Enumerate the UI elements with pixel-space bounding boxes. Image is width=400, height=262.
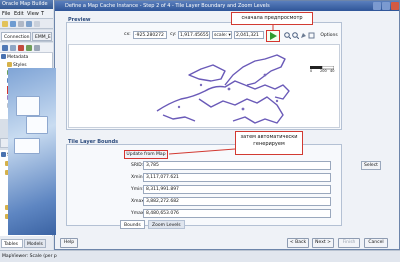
new-icon[interactable] [2,45,8,51]
scale-bar: 0 200 40 [310,65,335,74]
cy-field[interactable]: 1,917.45655 [178,31,210,39]
status-text: MapViewer: Scale (per p [2,254,57,259]
scale-field[interactable]: 2,041,321 [234,31,264,39]
edit-icon[interactable] [10,45,16,51]
status-bar: MapViewer: Scale (per p [0,250,400,262]
app-title-bar: Oracle Map Builde [0,0,53,9]
tree-toolbar [0,43,53,53]
map-drawing [156,54,290,124]
cy-label: cy: [170,32,177,37]
map-preview-canvas[interactable] [68,44,340,128]
menu-file[interactable]: File [2,11,10,17]
select-srid-button[interactable]: Select [361,161,381,170]
filter-icon[interactable] [34,45,40,51]
update-from-map-button[interactable]: Update from Map [124,150,168,159]
play-icon [270,32,277,40]
menu-view[interactable]: View [27,11,39,17]
annotation-callout-update: затем автоматически генерируем [235,131,303,155]
zoom-out-icon[interactable] [292,32,300,40]
save-icon[interactable] [10,21,16,27]
xmax-field[interactable]: 3,882,272.682 [143,197,331,206]
tab-tables[interactable]: Tables [1,239,23,248]
ymax-field[interactable]: 8,480,653.076 [143,209,331,218]
minimize-icon[interactable] [373,2,381,10]
folder-icon [1,54,6,59]
options-button[interactable]: Options [318,31,340,40]
tab-emm[interactable]: EMM_E [32,32,52,41]
copy-icon[interactable] [26,21,32,27]
zoom-rect-icon[interactable] [308,32,315,39]
menu-bar: File Edit View T [0,9,53,19]
wizard-illustration [8,68,56,235]
srid-label: SRID: [131,163,144,168]
pan-icon[interactable] [300,32,307,39]
zoom-in-icon[interactable] [284,32,292,40]
bounds-tabs: Bounds Zoom Levels [120,220,200,229]
cx-label: cx: [124,32,131,37]
app-toolbar [0,19,53,29]
next-button[interactable]: Next > [312,238,334,248]
close-icon[interactable] [391,2,399,10]
dialog-title-bar: Define a Map Cache Instance - Step 2 of … [55,1,399,11]
callout-arrow [272,24,274,31]
ymin-label: Ymin: [131,187,144,192]
dialog-title: Define a Map Cache Instance - Step 2 of … [65,3,270,9]
menu-tools[interactable]: T [41,11,44,17]
cancel-button[interactable]: Cancel [364,238,388,248]
callout-arrow [168,148,236,155]
scale-tick-200: 200 [320,69,327,73]
app-title: Oracle Map Builde [2,1,48,7]
styles-icon [7,62,12,67]
xmin-field[interactable]: 3,117,077.621 [143,173,331,182]
tab-models[interactable]: Models [24,239,46,248]
tab-connection[interactable]: Connection [1,32,31,41]
scale-tick-400: 40 [330,69,335,73]
tab-zoom-levels[interactable]: Zoom Levels [148,220,185,229]
cx-field[interactable]: -925.280272 [133,31,167,39]
paste-icon[interactable] [34,21,40,27]
delete-icon[interactable] [18,45,24,51]
finish-button[interactable]: Finish [338,238,360,248]
refresh-icon[interactable] [26,45,32,51]
maximize-icon[interactable] [382,2,390,10]
cut-icon[interactable] [18,21,24,27]
srid-field[interactable]: 3,785 [143,161,331,170]
back-button[interactable]: < Back [287,238,309,248]
connection-tabs: Connection EMM_E [0,30,53,42]
menu-edit[interactable]: Edit [14,11,24,17]
tree-node-metadata[interactable]: Metadata [1,54,28,62]
open-icon[interactable] [2,21,8,27]
scale-tick-0: 0 [310,69,313,73]
scale-dropdown[interactable]: scale: ▾ [212,31,232,39]
folder-icon [1,152,6,157]
help-button[interactable]: Help [60,238,78,248]
ymin-field[interactable]: 8,311,991.897 [143,185,331,194]
bottom-tabs: Tables Models [0,236,53,250]
tab-bounds[interactable]: Bounds [120,220,145,229]
